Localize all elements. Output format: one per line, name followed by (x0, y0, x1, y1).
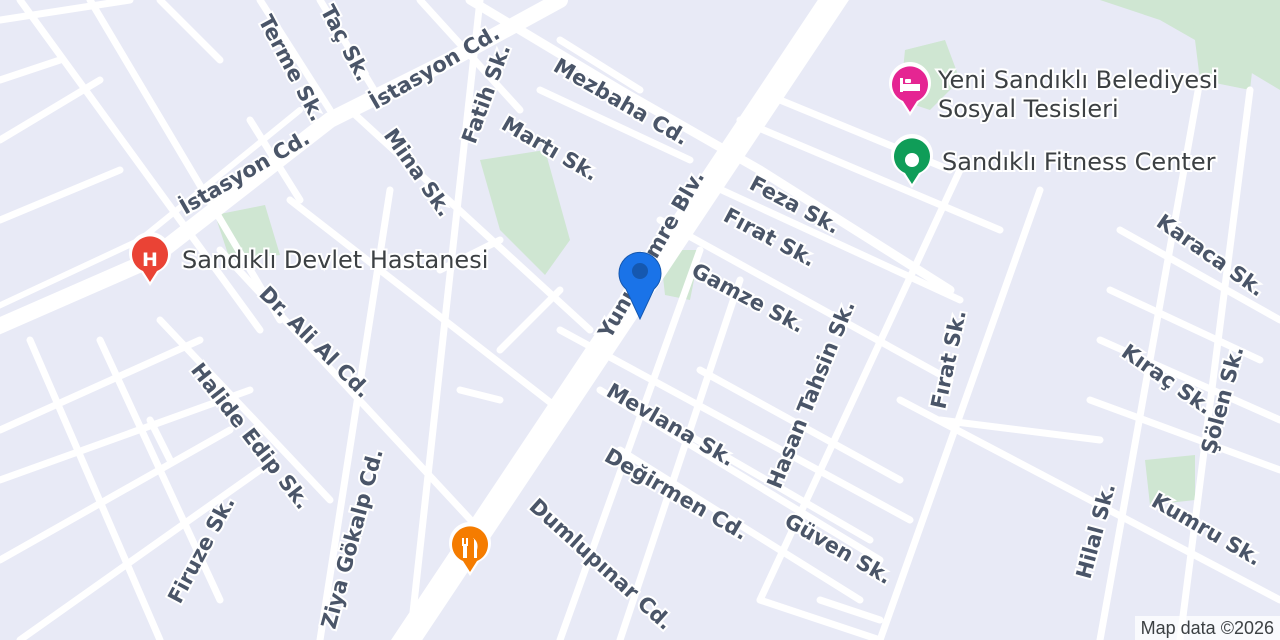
poi-label-hotel-line1: Yeni Sandıklı Belediyesi (937, 66, 1218, 94)
map-attribution: Map data ©2026 (1134, 616, 1280, 640)
poi-label-hotel-line2: Sosyal Tesisleri (938, 95, 1119, 123)
map-canvas[interactable]: İstasyon Cd. İstasyon Cd. Terme Sk. Taç … (0, 0, 1280, 640)
poi-label-hospital: Sandıklı Devlet Hastanesi (182, 246, 488, 274)
poi-label-fitness: Sandıklı Fitness Center (942, 148, 1216, 176)
svg-text:H: H (142, 249, 158, 271)
